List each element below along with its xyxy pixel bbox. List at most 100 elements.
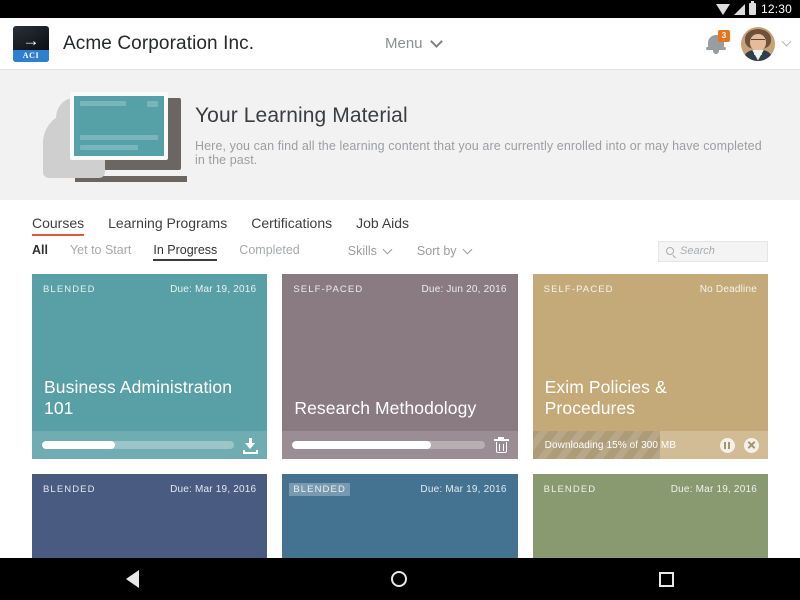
card-due-label: No Deadline	[699, 284, 757, 295]
trash-icon[interactable]	[493, 436, 510, 454]
logo-text: ACI	[13, 49, 49, 62]
search-icon	[666, 247, 674, 255]
card-header: SELF-PACED Due: Jun 20, 2016	[282, 274, 517, 295]
card-due-label: Due: Mar 19, 2016	[420, 484, 507, 495]
card-header: BLENDED Due: Mar 19, 2016	[32, 274, 267, 295]
filter-all[interactable]: All	[32, 243, 48, 260]
card-footer	[282, 431, 518, 459]
filter-in-progress[interactable]: In Progress	[153, 243, 217, 261]
category-tabs: Courses Learning Programs Certifications…	[0, 202, 800, 236]
bell-clapper	[713, 49, 719, 54]
search-input[interactable]	[680, 245, 760, 257]
notification-badge: 3	[718, 29, 730, 42]
trash-rib-2	[502, 443, 504, 451]
hero-text: Your Learning Material Here, you can fin…	[195, 104, 770, 167]
card-type-label: BLENDED	[43, 484, 96, 495]
card-download-footer: Downloading 15% of 300 MB	[532, 431, 768, 459]
sort-by-label: Sort by	[416, 244, 457, 258]
avatar-glasses	[751, 38, 765, 43]
sort-by-dropdown[interactable]: Sort by	[416, 244, 472, 258]
back-icon[interactable]	[126, 570, 139, 588]
status-icons	[715, 1, 756, 15]
pause-bar-2	[728, 441, 731, 449]
pause-bar-1	[724, 441, 727, 449]
learning-illustration	[35, 92, 187, 182]
status-clock: 12:30	[760, 2, 792, 16]
trash-rib-1	[498, 443, 500, 451]
progress-bar	[42, 441, 235, 449]
card-header: SELF-PACED No Deadline	[533, 274, 768, 295]
card-type-label: BLENDED	[543, 484, 597, 495]
tray	[243, 449, 259, 454]
home-icon[interactable]	[391, 571, 407, 587]
chevron-down-icon	[462, 244, 472, 254]
recents-icon[interactable]	[659, 571, 674, 587]
trash-lid	[493, 438, 509, 441]
card-footer	[32, 431, 268, 459]
screen-dot	[147, 101, 158, 107]
download-actions	[719, 437, 768, 453]
filter-yet-to-start[interactable]: Yet to Start	[70, 243, 131, 260]
tab-learning-programs[interactable]: Learning Programs	[108, 215, 227, 236]
card-type-label: BLENDED	[289, 483, 350, 496]
app-header: → ACI Acme Corporation Inc. Menu 3	[0, 18, 800, 70]
page-title: Your Learning Material	[195, 103, 408, 127]
aci-logo[interactable]: → ACI	[13, 25, 49, 62]
skills-dropdown[interactable]: Skills	[347, 244, 393, 258]
wifi-icon	[715, 3, 730, 15]
tablet-screen: 12:30 → ACI Acme Corporation Inc. Menu 3	[0, 0, 800, 600]
menu-dropdown[interactable]: Menu	[385, 34, 443, 52]
screen-card	[70, 92, 168, 160]
menu-label: Menu	[385, 35, 423, 52]
download-status-text: Downloading 15% of 300 MB	[544, 439, 677, 451]
card-due-label: Due: Mar 19, 2016	[170, 484, 257, 495]
bell-icon[interactable]: 3	[705, 29, 730, 56]
android-status-bar: 12:30	[0, 0, 800, 18]
card-due-label: Due: Mar 19, 2016	[670, 484, 757, 495]
tab-courses[interactable]: Courses	[32, 215, 85, 236]
cancel-icon[interactable]	[743, 437, 759, 453]
course-card[interactable]: BLENDED Due: Mar 19, 2016 Business Admin…	[32, 274, 268, 459]
card-title: Business Administration 101	[44, 377, 233, 418]
trash-can	[495, 441, 507, 453]
card-type-label: SELF-PACED	[293, 284, 364, 295]
download-progress: Downloading 15% of 300 MB	[532, 431, 676, 459]
filter-completed[interactable]: Completed	[239, 243, 299, 260]
download-icon[interactable]	[242, 437, 259, 454]
arrow-head	[245, 442, 256, 449]
organization-name: Acme Corporation Inc.	[63, 32, 255, 54]
tab-certifications[interactable]: Certifications	[251, 215, 332, 236]
battery-icon	[748, 1, 756, 15]
arrow-right-icon: →	[22, 31, 40, 50]
android-nav-bar	[0, 558, 800, 600]
progress-fill	[292, 441, 431, 449]
chevron-down-icon	[382, 244, 393, 254]
course-card[interactable]: SELF-PACED Due: Jun 20, 2016 Research Me…	[282, 274, 518, 459]
filter-bar: All Yet to Start In Progress Completed S…	[0, 236, 800, 266]
course-card[interactable]: SELF-PACED No Deadline Exim Policies & P…	[532, 274, 768, 459]
card-header: BLENDED Due: Mar 19, 2016	[32, 474, 267, 495]
skills-label: Skills	[347, 244, 377, 258]
header-actions: 3	[705, 26, 800, 61]
card-due-label: Due: Jun 20, 2016	[421, 284, 507, 295]
screen-line-2	[80, 135, 158, 140]
card-header: BLENDED Due: Mar 19, 2016	[282, 474, 517, 496]
progress-fill	[42, 441, 116, 449]
card-title: Research Methodology	[294, 398, 477, 418]
chevron-down-icon	[429, 34, 443, 48]
search-box[interactable]	[658, 240, 768, 262]
pause-icon[interactable]	[719, 437, 735, 453]
course-grid: BLENDED Due: Mar 19, 2016 Business Admin…	[0, 266, 800, 574]
card-type-label: BLENDED	[43, 284, 96, 295]
profile-chevron-down-icon[interactable]	[781, 36, 792, 47]
avatar[interactable]	[741, 26, 775, 61]
card-type-label: SELF-PACED	[543, 284, 614, 295]
card-due-label: Due: Mar 19, 2016	[170, 284, 257, 295]
card-header: BLENDED Due: Mar 19, 2016	[533, 474, 768, 495]
card-title: Exim Policies & Procedures	[544, 377, 667, 418]
signal-icon	[733, 3, 745, 15]
screen-line-3	[80, 145, 138, 150]
hero-banner: Your Learning Material Here, you can fin…	[0, 70, 800, 200]
screen-line-1	[80, 101, 126, 106]
tab-job-aids[interactable]: Job Aids	[356, 215, 409, 236]
